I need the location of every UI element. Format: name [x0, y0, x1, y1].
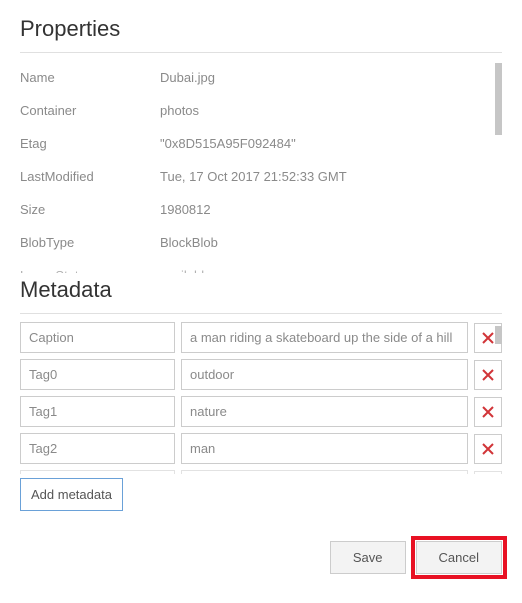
metadata-row: [20, 470, 502, 474]
property-row: Container photos: [20, 94, 502, 127]
close-icon: [481, 368, 495, 382]
properties-title: Properties: [20, 16, 502, 42]
metadata-value-input[interactable]: [181, 433, 468, 464]
divider: [20, 313, 502, 314]
property-value: BlockBlob: [160, 235, 502, 250]
metadata-key-input[interactable]: [20, 470, 175, 474]
metadata-value-input[interactable]: [181, 322, 468, 353]
footer: Save Cancel: [0, 523, 522, 574]
property-key: Name: [20, 70, 160, 85]
metadata-value-input[interactable]: [181, 470, 468, 474]
property-value: Dubai.jpg: [160, 70, 502, 85]
delete-metadata-button[interactable]: [474, 471, 502, 475]
properties-list: Name Dubai.jpg Container photos Etag "0x…: [20, 61, 502, 273]
metadata-list: [20, 322, 502, 474]
property-value: "0x8D515A95F092484": [160, 136, 502, 151]
metadata-row: [20, 359, 502, 390]
delete-metadata-button[interactable]: [474, 397, 502, 427]
metadata-value-input[interactable]: [181, 396, 468, 427]
property-key: Etag: [20, 136, 160, 151]
scrollbar[interactable]: [495, 326, 502, 344]
close-icon: [481, 405, 495, 419]
metadata-key-input[interactable]: [20, 433, 175, 464]
metadata-value-input[interactable]: [181, 359, 468, 390]
property-value: Tue, 17 Oct 2017 21:52:33 GMT: [160, 169, 502, 184]
property-row: Size 1980812: [20, 193, 502, 226]
property-row: BlobType BlockBlob: [20, 226, 502, 259]
close-icon: [481, 331, 495, 345]
property-key: Size: [20, 202, 160, 217]
property-row: LastModified Tue, 17 Oct 2017 21:52:33 G…: [20, 160, 502, 193]
scrollbar[interactable]: [495, 63, 502, 135]
metadata-row: [20, 433, 502, 464]
save-button[interactable]: Save: [330, 541, 406, 574]
property-key: Container: [20, 103, 160, 118]
property-row: Name Dubai.jpg: [20, 61, 502, 94]
metadata-key-input[interactable]: [20, 359, 175, 390]
property-value: available: [160, 268, 502, 273]
divider: [20, 52, 502, 53]
property-value: photos: [160, 103, 502, 118]
property-value: 1980812: [160, 202, 502, 217]
delete-metadata-button[interactable]: [474, 434, 502, 464]
property-key: LastModified: [20, 169, 160, 184]
metadata-key-input[interactable]: [20, 322, 175, 353]
property-key: LeaseState: [20, 268, 160, 273]
metadata-title: Metadata: [20, 277, 502, 303]
metadata-row: [20, 396, 502, 427]
property-key: BlobType: [20, 235, 160, 250]
metadata-key-input[interactable]: [20, 396, 175, 427]
cancel-button[interactable]: Cancel: [416, 541, 502, 574]
close-icon: [481, 442, 495, 456]
delete-metadata-button[interactable]: [474, 360, 502, 390]
property-row: Etag "0x8D515A95F092484": [20, 127, 502, 160]
property-row: LeaseState available: [20, 259, 502, 273]
add-metadata-button[interactable]: Add metadata: [20, 478, 123, 511]
metadata-row: [20, 322, 502, 353]
